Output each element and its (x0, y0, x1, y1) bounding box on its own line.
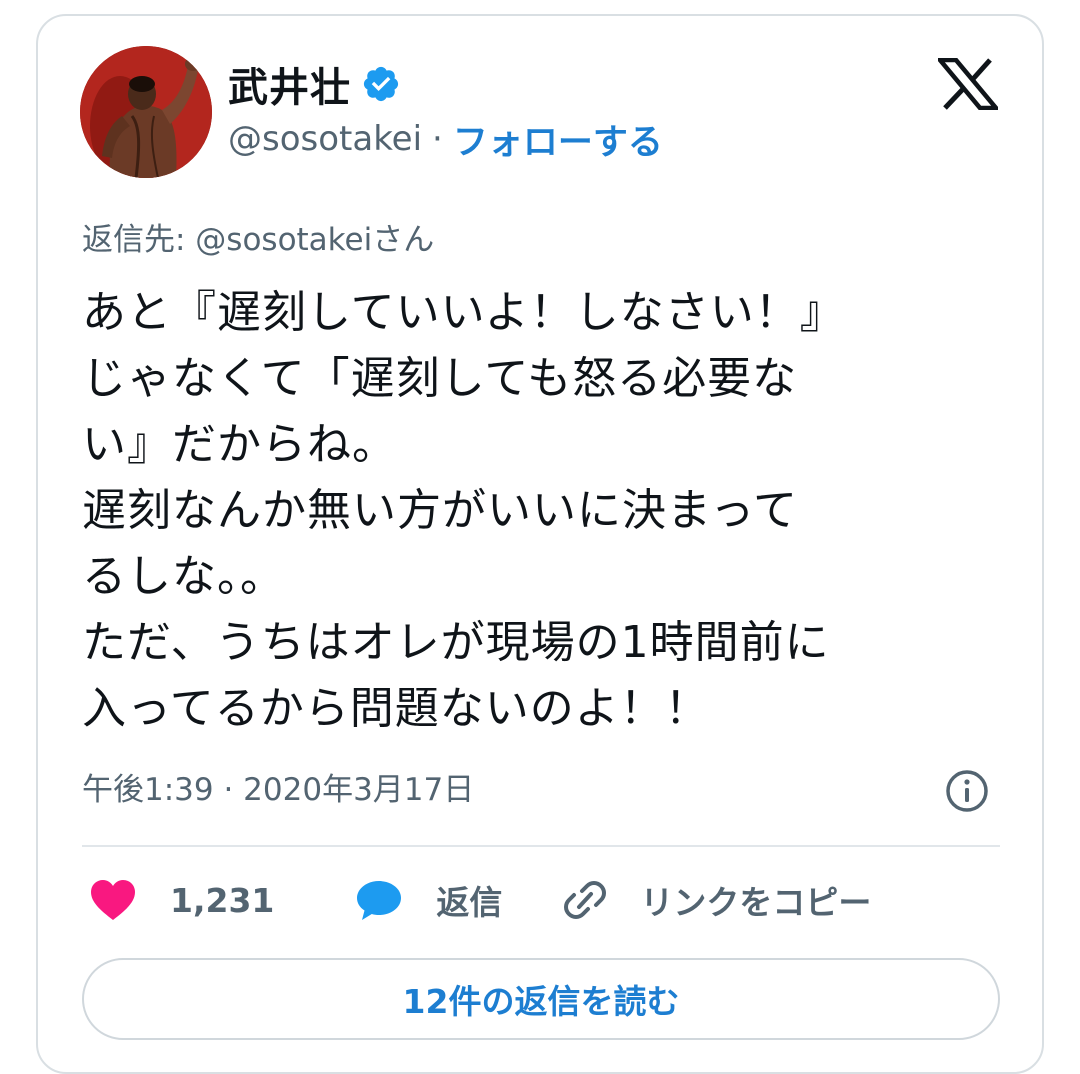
author-handle-row: @sosotakei · フォローする (228, 112, 663, 166)
read-replies-button[interactable]: 12件の返信を読む (82, 958, 1000, 1040)
verified-badge-icon (363, 66, 399, 102)
like-count: 1,231 (170, 880, 275, 920)
heart-icon (91, 880, 135, 920)
like-button[interactable]: 1,231 (88, 877, 274, 923)
reply-to-label: 返信先: @sosotakeiさん (82, 222, 435, 258)
author-name[interactable]: 武井壮 (228, 55, 351, 113)
separator-dot: · (432, 119, 443, 159)
author-handle[interactable]: @sosotakei (228, 119, 422, 159)
copy-link-label: リンクをコピー (640, 883, 872, 922)
speech-bubble-icon (357, 881, 402, 920)
tweet-actions: 1,231 返信 リンクをコピー (88, 872, 871, 928)
info-icon[interactable] (944, 768, 990, 814)
copy-link-button[interactable]: リンクをコピー (560, 876, 871, 924)
follow-button[interactable]: フォローする (453, 114, 663, 165)
reply-label: 返信 (436, 883, 503, 922)
divider (82, 845, 1000, 847)
author-name-row: 武井壮 (228, 56, 401, 112)
tweet-text: あと『遅刻していいよ！しなさい！』 じゃなくて「遅刻しても怒る必要な い』だから… (82, 287, 845, 734)
x-logo-icon[interactable] (938, 58, 998, 110)
avatar-photo (80, 46, 212, 178)
reply-button[interactable]: 返信 (354, 876, 502, 924)
avatar[interactable] (80, 46, 212, 178)
tweet-timestamp[interactable]: 午後1:39 · 2020年3月17日 (82, 764, 474, 809)
link-icon (564, 881, 607, 919)
